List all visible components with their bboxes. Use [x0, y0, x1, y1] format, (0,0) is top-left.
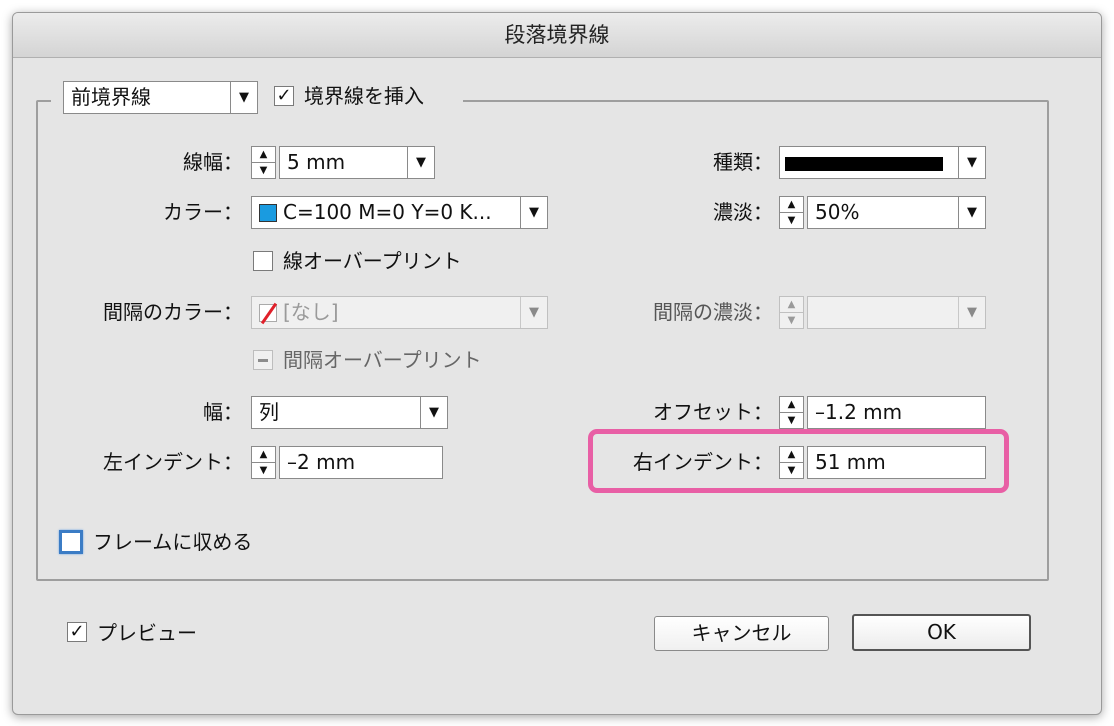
left-indent-value: –2 mm — [287, 450, 356, 474]
checkmark-icon: ✓ — [276, 85, 292, 106]
width-label: 幅： — [203, 400, 243, 424]
color-dropdown[interactable]: C=100 M=0 Y=0 K... ▼ — [251, 196, 548, 229]
chevron-down-icon[interactable]: ▼ — [958, 297, 985, 328]
left-indent-stepper[interactable]: ▲ ▼ — [251, 446, 276, 479]
tint-field[interactable]: 50% ▼ — [807, 196, 986, 229]
checkmark-icon: ✓ — [69, 621, 85, 642]
overprint-gap-checkbox[interactable] — [253, 350, 273, 370]
dialog-title: 段落境界線 — [13, 13, 1101, 58]
left-indent-label: 左インデント： — [103, 450, 243, 474]
width-value: 列 — [259, 400, 279, 424]
tint-stepper[interactable]: ▲ ▼ — [779, 196, 804, 229]
color-swatch-icon — [259, 204, 277, 222]
gap-tint-field[interactable]: ▼ — [807, 296, 986, 329]
stroke-weight-field[interactable]: 5 mm ▼ — [279, 146, 435, 179]
up-arrow-icon[interactable]: ▲ — [780, 397, 803, 413]
overprint-gap-label: 間隔オーバープリント — [283, 348, 482, 372]
down-arrow-icon[interactable]: ▼ — [780, 213, 803, 228]
fit-to-frame-checkbox[interactable] — [59, 530, 83, 554]
chevron-down-icon[interactable]: ▼ — [520, 297, 547, 328]
preview-checkbox[interactable]: ✓ — [67, 622, 87, 642]
gap-color-value: [なし] — [283, 300, 339, 324]
up-arrow-icon[interactable]: ▲ — [252, 447, 275, 463]
chevron-down-icon[interactable]: ▼ — [230, 82, 257, 113]
left-indent-field[interactable]: –2 mm — [279, 446, 443, 479]
gap-tint-label: 間隔の濃淡： — [653, 300, 773, 324]
chevron-down-icon[interactable]: ▼ — [958, 197, 985, 228]
cancel-button[interactable]: キャンセル — [654, 616, 829, 651]
stroke-weight-stepper[interactable]: ▲ ▼ — [251, 146, 276, 179]
down-arrow-icon[interactable]: ▼ — [252, 163, 275, 178]
insert-rule-checkbox[interactable]: ✓ — [274, 86, 294, 106]
ok-button[interactable]: OK — [852, 614, 1031, 651]
offset-field[interactable]: –1.2 mm — [807, 396, 986, 429]
up-arrow-icon[interactable]: ▲ — [780, 197, 803, 213]
overprint-stroke-checkbox[interactable] — [253, 251, 273, 271]
type-label: 種類： — [713, 150, 773, 174]
offset-label: オフセット： — [653, 400, 773, 424]
stroke-weight-label: 線幅： — [183, 150, 243, 174]
chevron-down-icon[interactable]: ▼ — [520, 197, 547, 228]
chevron-down-icon[interactable]: ▼ — [407, 147, 434, 178]
width-dropdown[interactable]: 列 ▼ — [251, 396, 448, 429]
stroke-type-dropdown[interactable]: ▼ — [779, 146, 986, 179]
rule-type-value: 前境界線 — [71, 85, 151, 109]
gap-color-dropdown[interactable]: [なし] ▼ — [251, 296, 548, 329]
up-arrow-icon[interactable]: ▲ — [252, 147, 275, 163]
up-arrow-icon[interactable]: ▲ — [780, 297, 803, 313]
insert-rule-label: 境界線を挿入 — [304, 84, 424, 108]
tint-value: 50% — [815, 200, 860, 224]
down-arrow-icon[interactable]: ▼ — [252, 463, 275, 478]
down-arrow-icon[interactable]: ▼ — [780, 413, 803, 428]
none-swatch-icon — [259, 304, 277, 322]
stroke-weight-value: 5 mm — [287, 150, 346, 174]
gap-color-label: 間隔のカラー： — [103, 300, 243, 324]
color-value: C=100 M=0 Y=0 K... — [283, 200, 492, 224]
gap-tint-stepper[interactable]: ▲ ▼ — [779, 296, 804, 329]
offset-value: –1.2 mm — [815, 400, 903, 424]
solid-stroke-preview — [785, 156, 943, 171]
preview-label: プレビュー — [97, 621, 197, 645]
offset-stepper[interactable]: ▲ ▼ — [779, 396, 804, 429]
down-arrow-icon[interactable]: ▼ — [780, 313, 803, 328]
overprint-stroke-label: 線オーバープリント — [283, 249, 462, 273]
tint-label: 濃淡： — [713, 200, 773, 224]
rule-type-dropdown[interactable]: 前境界線 ▼ — [63, 81, 258, 114]
color-label: カラー： — [163, 200, 243, 224]
fit-to-frame-label: フレームに収める — [93, 530, 253, 554]
chevron-down-icon[interactable]: ▼ — [958, 147, 985, 178]
paragraph-rules-dialog: 段落境界線 前境界線 ▼ ✓ 境界線を挿入 線幅： ▲ ▼ 5 mm ▼ カラー：… — [12, 12, 1102, 715]
chevron-down-icon[interactable]: ▼ — [420, 397, 447, 428]
right-indent-highlight — [588, 429, 1009, 493]
